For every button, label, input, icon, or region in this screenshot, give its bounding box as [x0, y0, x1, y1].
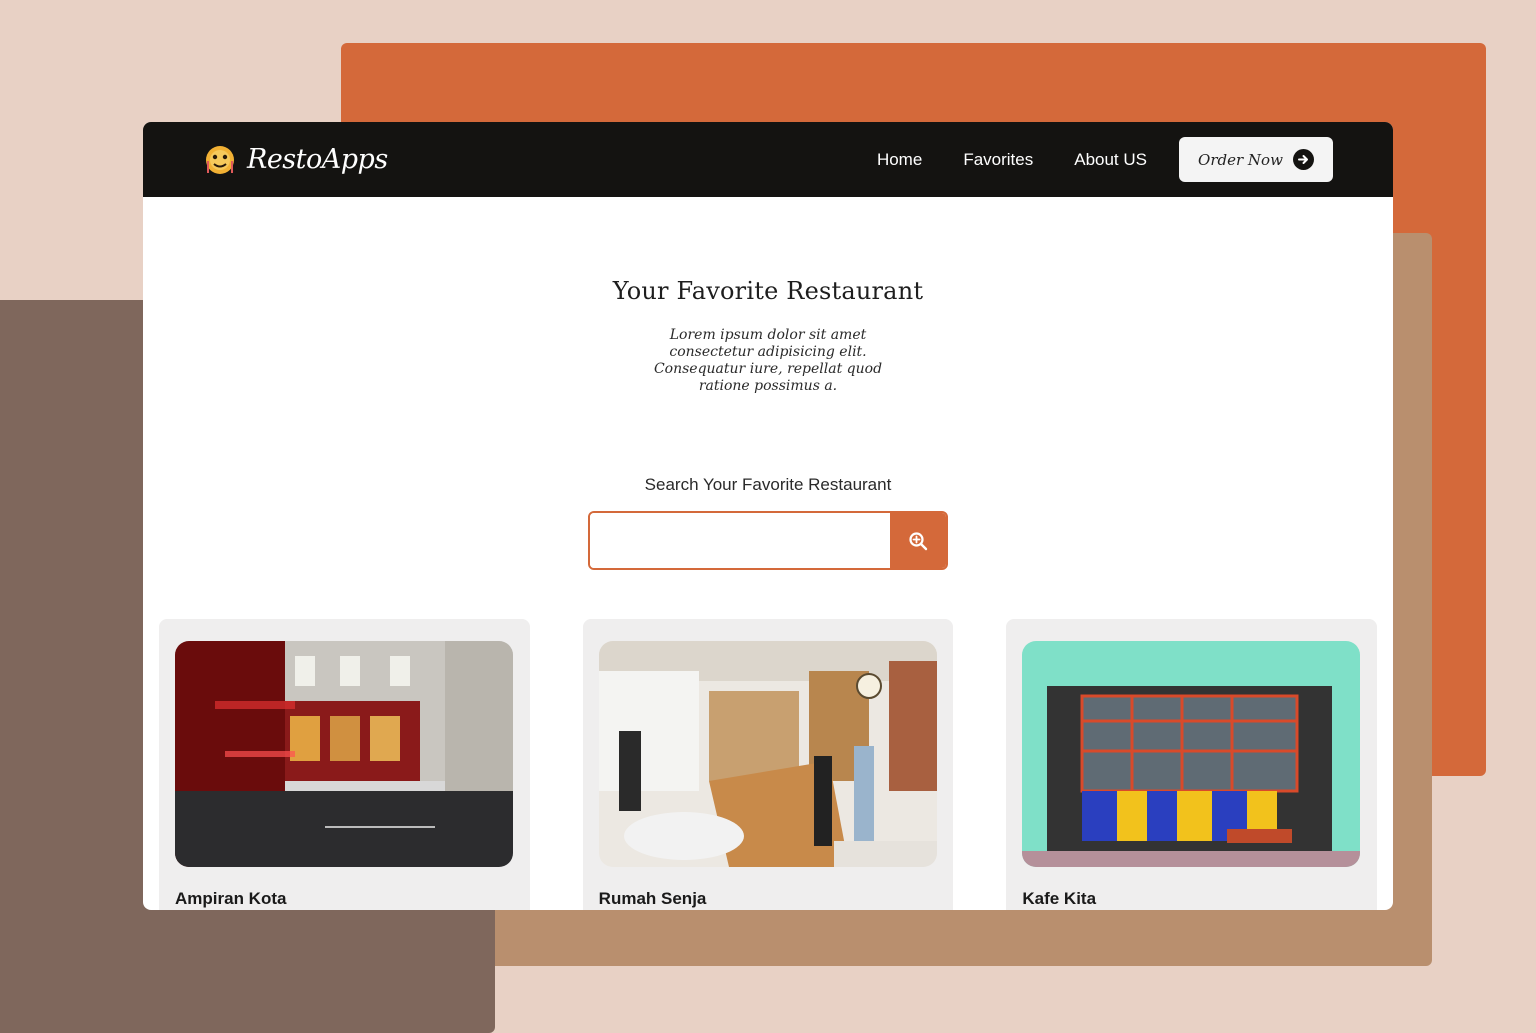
- search-input[interactable]: [590, 513, 890, 568]
- restaurant-name: Rumah Senja: [598, 889, 707, 908]
- chef-mascot-icon: [206, 145, 234, 174]
- hero: Your Favorite Restaurant Lorem ipsum dol…: [143, 197, 1393, 570]
- restaurant-card[interactable]: Ampiran Kota: [159, 619, 530, 910]
- hero-description: Lorem ipsum dolor sit amet consectetur a…: [653, 327, 883, 394]
- order-now-label: Order Now: [1198, 150, 1283, 169]
- restaurant-name: Ampiran Kota: [175, 889, 287, 908]
- search-button[interactable]: [890, 513, 946, 568]
- nav-link-about-us[interactable]: About US: [1074, 150, 1147, 170]
- restaurant-list: Ampiran Kota Rumah Senja Kafe Kita: [159, 619, 1378, 910]
- brand-name: RestoApps: [247, 144, 388, 175]
- arrow-right-circle-icon: [1292, 149, 1314, 170]
- search-icon: [909, 531, 928, 550]
- brand[interactable]: RestoApps: [203, 143, 388, 177]
- order-now-button[interactable]: Order Now: [1179, 137, 1333, 182]
- restaurant-card[interactable]: Kafe Kita: [1006, 619, 1378, 910]
- street-pub-photo: [175, 641, 513, 867]
- nav-links: Home Favorites About US: [877, 150, 1147, 170]
- cafe-interior-photo: [598, 641, 937, 867]
- navbar: RestoApps Home Favorites About US Order …: [143, 122, 1393, 197]
- nav-link-favorites[interactable]: Favorites: [963, 150, 1033, 170]
- restaurant-card[interactable]: Rumah Senja: [582, 619, 954, 910]
- app-window: RestoApps Home Favorites About US Order …: [143, 122, 1393, 910]
- colorful-storefront-photo: [1022, 641, 1361, 867]
- nav-link-home[interactable]: Home: [877, 150, 922, 170]
- restaurant-name: Kafe Kita: [1022, 889, 1097, 908]
- search-label: Search Your Favorite Restaurant: [644, 475, 892, 494]
- page-title: Your Favorite Restaurant: [612, 277, 924, 305]
- search-bar: [588, 511, 948, 570]
